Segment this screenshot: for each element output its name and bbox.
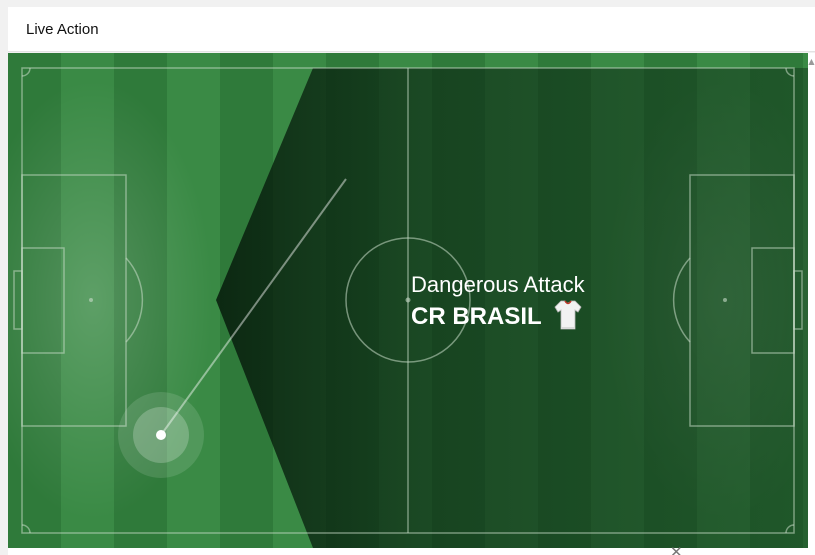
left-penalty-spot: [89, 298, 93, 302]
center-spot: [405, 297, 411, 303]
panel-header: Live Action: [8, 7, 815, 52]
event-team: CR BRASIL: [411, 303, 542, 330]
panel-footer: [8, 548, 815, 555]
scrollbar[interactable]: [808, 53, 815, 548]
pitch: Dangerous Attack CR BRASIL: [8, 53, 808, 548]
pitch-container: Dangerous Attack CR BRASIL: [8, 53, 808, 548]
ball-position: [156, 430, 166, 440]
event-type: Dangerous Attack: [411, 272, 586, 297]
close-icon[interactable]: ✕: [670, 546, 684, 555]
scroll-up-icon[interactable]: ▲: [808, 58, 815, 66]
panel-title: Live Action: [26, 21, 99, 38]
right-penalty-spot: [723, 298, 727, 302]
